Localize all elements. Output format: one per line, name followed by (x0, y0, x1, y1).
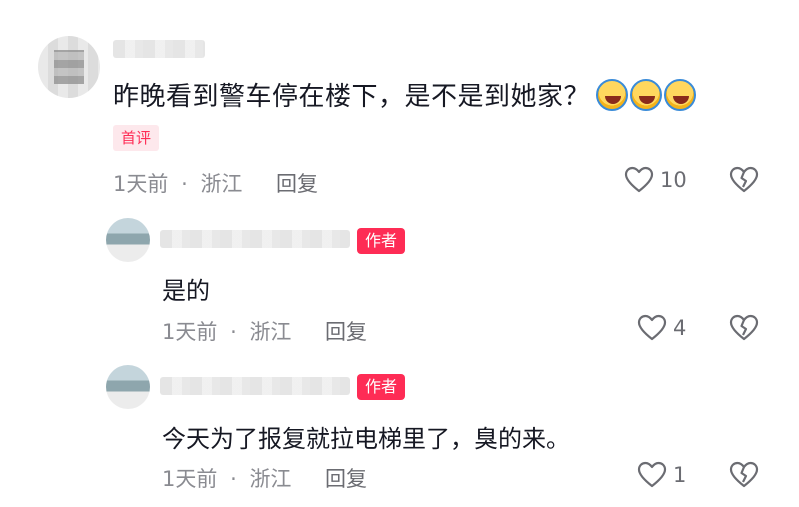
author-badge: 作者 (357, 374, 406, 400)
avatar[interactable] (38, 36, 100, 98)
comment-text: 昨晚看到警车停在楼下，是不是到她家？ (113, 82, 591, 112)
like-count: 10 (660, 168, 687, 192)
username-blurred[interactable] (113, 40, 205, 58)
reply-time: 1天前 (162, 320, 218, 344)
laugh-cry-emoji-icon (664, 78, 697, 111)
like-button[interactable]: 4 (637, 314, 686, 342)
like-button[interactable]: 10 (624, 166, 687, 194)
comment-body: 昨晚看到警车停在楼下，是不是到她家？ (113, 76, 697, 113)
comment-meta: 1天前 · 浙江 (113, 168, 242, 198)
author-badge: 作者 (357, 228, 406, 254)
reply-avatar[interactable] (106, 218, 150, 262)
heart-outline-icon (624, 166, 654, 193)
reply-username-blurred[interactable] (160, 230, 350, 248)
laugh-cry-emoji-icon (596, 78, 629, 111)
reply-location: 浙江 (249, 467, 292, 491)
broken-heart-icon (729, 314, 759, 341)
reply-button[interactable]: 回复 (325, 463, 367, 493)
dislike-button[interactable] (729, 314, 759, 346)
reply-text: 是的 (162, 277, 210, 305)
comment-location: 浙江 (200, 172, 243, 196)
reply-button[interactable]: 回复 (325, 316, 367, 346)
reply-meta: 1天前 · 浙江 (162, 316, 291, 346)
broken-heart-icon (729, 166, 759, 193)
emoji-group (596, 78, 697, 111)
heart-outline-icon (637, 461, 667, 488)
reply-avatar[interactable] (106, 365, 150, 409)
like-count: 1 (673, 463, 687, 487)
like-count: 4 (673, 316, 687, 340)
comment-time: 1天前 (113, 172, 169, 196)
reply-button[interactable]: 回复 (276, 168, 318, 198)
reply-location: 浙江 (249, 320, 292, 344)
meta-separator: · (230, 467, 237, 491)
meta-separator: · (181, 172, 188, 196)
broken-heart-icon (729, 461, 759, 488)
first-comment-badge: 首评 (113, 125, 160, 151)
reply-meta: 1天前 · 浙江 (162, 463, 291, 493)
reply-time: 1天前 (162, 467, 218, 491)
meta-separator: · (230, 320, 237, 344)
like-button[interactable]: 1 (637, 461, 686, 489)
dislike-button[interactable] (729, 461, 759, 493)
laugh-cry-emoji-icon (630, 78, 663, 111)
reply-username-blurred[interactable] (160, 377, 350, 395)
reply-text: 今天为了报复就拉电梯里了，臭的来。 (162, 425, 570, 453)
dislike-button[interactable] (729, 166, 759, 198)
heart-outline-icon (637, 314, 667, 341)
